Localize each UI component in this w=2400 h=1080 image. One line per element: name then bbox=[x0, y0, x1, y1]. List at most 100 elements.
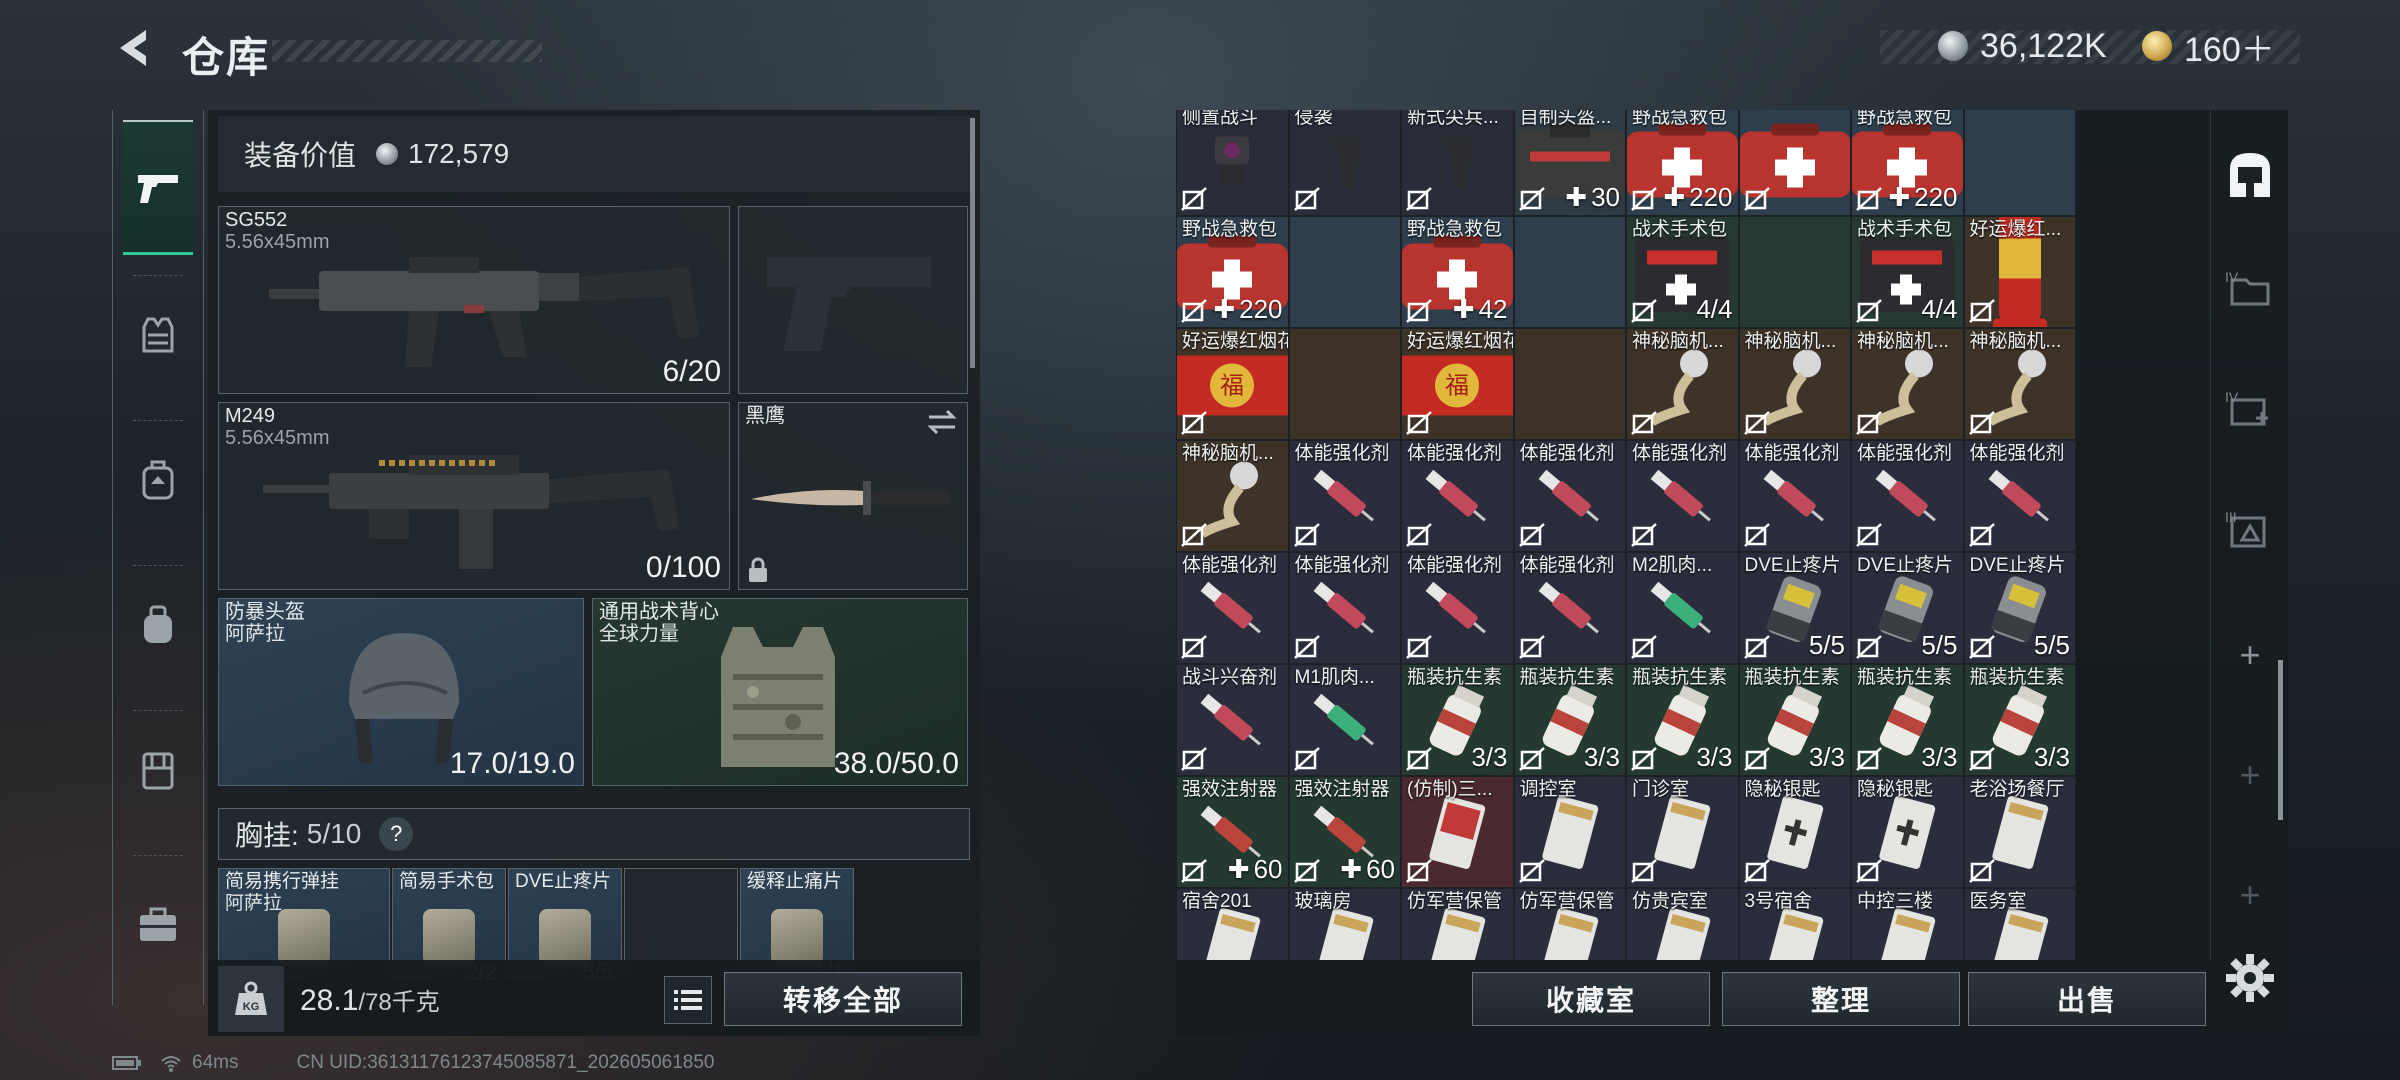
pistol-slot[interactable] bbox=[738, 206, 968, 394]
storage-tab-3[interactable]: IV bbox=[2211, 355, 2289, 465]
storage-item[interactable]: 体能强化剂 bbox=[1401, 440, 1514, 552]
back-arrow-icon[interactable] bbox=[112, 26, 152, 70]
storage-item[interactable]: 老浴场餐厅 bbox=[1963, 776, 2076, 888]
add-storage-button[interactable]: + bbox=[2211, 600, 2289, 710]
storage-tab-4[interactable]: III bbox=[2211, 475, 2289, 585]
storage-item[interactable]: 瓶装抗生素 3/3 bbox=[1626, 664, 1739, 776]
storage-item[interactable]: 神秘脑机... bbox=[1963, 328, 2076, 440]
item-name: 战斗兴奋剂 bbox=[1182, 667, 1278, 688]
storage-item[interactable] bbox=[1288, 216, 1401, 328]
storage-item[interactable]: DVE止疼片 5/5 bbox=[1963, 552, 2076, 664]
settings-gear-icon[interactable] bbox=[2224, 952, 2276, 1004]
storage-item[interactable]: 强效注射器 ✚ 60 bbox=[1176, 776, 1289, 888]
nav-chest-rig[interactable] bbox=[123, 705, 193, 835]
nav-weapons[interactable] bbox=[123, 120, 193, 255]
storage-item[interactable]: 体能强化剂 bbox=[1963, 440, 2076, 552]
item-name: DVE止疼片 bbox=[1857, 555, 1954, 576]
storage-item[interactable]: 玻璃房 bbox=[1288, 888, 1401, 960]
storage-item[interactable]: 仿贵宾室 bbox=[1626, 888, 1739, 960]
storage-item[interactable] bbox=[1513, 216, 1626, 328]
storage-item[interactable] bbox=[1738, 216, 1851, 328]
nav-case[interactable] bbox=[123, 860, 193, 990]
item-name: 体能强化剂 bbox=[1182, 555, 1278, 576]
storage-item[interactable]: 战术手术包 4/4 bbox=[1626, 216, 1739, 328]
nav-armor[interactable] bbox=[123, 270, 193, 400]
secondary-weapon-slot[interactable]: M249 5.56x45mm 0/100 bbox=[218, 402, 730, 590]
vest-slot[interactable]: 通用战术背心 全球力量 38.0/50.0 bbox=[592, 598, 968, 786]
storage-item[interactable]: DVE止疼片 5/5 bbox=[1851, 552, 1964, 664]
helmet-durability: 17.0/19.0 bbox=[449, 747, 575, 780]
storage-item[interactable]: 体能强化剂 bbox=[1513, 440, 1626, 552]
title-decoration bbox=[272, 40, 542, 62]
storage-item[interactable]: 3号宿舍 bbox=[1738, 888, 1851, 960]
storage-item[interactable]: 体能强化剂 bbox=[1851, 440, 1964, 552]
storage-item[interactable]: 仿军营保管 bbox=[1513, 888, 1626, 960]
storage-item[interactable]: 自制头盔... ✚ 30 bbox=[1513, 110, 1626, 216]
storage-item[interactable]: 瓶装抗生素 3/3 bbox=[1513, 664, 1626, 776]
sell-button[interactable]: 出售 bbox=[1968, 972, 2206, 1026]
storage-item[interactable] bbox=[1288, 328, 1401, 440]
storage-item[interactable]: 体能强化剂 bbox=[1626, 440, 1739, 552]
storage-item[interactable]: 野战急救包 ✚ 42 bbox=[1401, 216, 1514, 328]
storage-tab-2[interactable]: IV bbox=[2211, 235, 2289, 345]
storage-item[interactable]: 瓶装抗生素 3/3 bbox=[1401, 664, 1514, 776]
add-storage-button[interactable]: + bbox=[2211, 840, 2289, 950]
storage-item[interactable]: 瓶装抗生素 3/3 bbox=[1963, 664, 2076, 776]
storage-item[interactable]: M2肌肉... bbox=[1626, 552, 1739, 664]
storage-item[interactable]: 体能强化剂 bbox=[1288, 440, 1401, 552]
storage-item[interactable]: M1肌肉... bbox=[1288, 664, 1401, 776]
storage-item[interactable]: DVE止疼片 5/5 bbox=[1738, 552, 1851, 664]
storage-item[interactable] bbox=[1738, 110, 1851, 216]
primary-weapon-slot[interactable]: SG552 5.56x45mm 6/20 bbox=[218, 206, 730, 394]
storage-item[interactable]: 新式尖兵... bbox=[1401, 110, 1514, 216]
storage-item[interactable]: 神秘脑机... bbox=[1738, 328, 1851, 440]
storage-item[interactable]: 侵袭 bbox=[1288, 110, 1401, 216]
nav-bag[interactable] bbox=[123, 560, 193, 690]
storage-item[interactable] bbox=[1513, 328, 1626, 440]
gold-currency[interactable]: 160＋ bbox=[2142, 26, 2275, 69]
storage-item[interactable]: 宿舍201 bbox=[1176, 888, 1289, 960]
nav-backpack[interactable] bbox=[123, 415, 193, 545]
helmet-slot[interactable]: 防暴头盔 阿萨拉 17.0/19.0 bbox=[218, 598, 584, 786]
storage-item[interactable]: 战术手术包 4/4 bbox=[1851, 216, 1964, 328]
storage-item[interactable]: 好运爆红... bbox=[1963, 216, 2076, 328]
storage-item[interactable]: 体能强化剂 bbox=[1513, 552, 1626, 664]
storage-item[interactable]: 神秘脑机... bbox=[1176, 440, 1289, 552]
add-storage-button[interactable]: + bbox=[2211, 720, 2289, 830]
melee-slot[interactable]: 黑鹰 bbox=[738, 402, 968, 590]
storage-item[interactable]: 调控室 bbox=[1513, 776, 1626, 888]
storage-item[interactable]: 野战急救包 ✚ 220 bbox=[1626, 110, 1739, 216]
storage-item[interactable]: 隐秘银匙 bbox=[1738, 776, 1851, 888]
storage-item[interactable] bbox=[1963, 110, 2076, 216]
storage-item[interactable]: 瓶装抗生素 3/3 bbox=[1851, 664, 1964, 776]
storage-tab-main[interactable] bbox=[2211, 120, 2289, 230]
storage-item[interactable]: 野战急救包 ✚ 220 bbox=[1176, 216, 1289, 328]
storage-item[interactable]: 体能强化剂 bbox=[1288, 552, 1401, 664]
sort-button[interactable]: 整理 bbox=[1722, 972, 1960, 1026]
storage-item[interactable]: 野战急救包 ✚ 220 bbox=[1851, 110, 1964, 216]
silver-currency[interactable]: 36,122K bbox=[1938, 26, 2107, 66]
storage-item[interactable]: 体能强化剂 bbox=[1738, 440, 1851, 552]
storage-item[interactable]: 神秘脑机... bbox=[1626, 328, 1739, 440]
storage-item[interactable]: 体能强化剂 bbox=[1176, 552, 1289, 664]
storage-item[interactable]: 福 好运爆红烟花 bbox=[1401, 328, 1514, 440]
collection-room-button[interactable]: 收藏室 bbox=[1472, 972, 1710, 1026]
storage-item[interactable]: 战斗兴奋剂 bbox=[1176, 664, 1289, 776]
storage-item[interactable]: 仿军营保管 bbox=[1401, 888, 1514, 960]
storage-item[interactable]: 强效注射器 ✚ 60 bbox=[1288, 776, 1401, 888]
storage-item[interactable]: 中控三楼 bbox=[1851, 888, 1964, 960]
storage-item[interactable]: (仿制)三... bbox=[1401, 776, 1514, 888]
swap-icon[interactable] bbox=[927, 409, 957, 435]
list-view-button[interactable] bbox=[664, 976, 712, 1024]
storage-item[interactable]: 福 好运爆红烟花 bbox=[1176, 328, 1289, 440]
storage-item[interactable]: 医务室 bbox=[1963, 888, 2076, 960]
help-icon[interactable]: ? bbox=[379, 817, 414, 851]
storage-item[interactable]: 体能强化剂 bbox=[1401, 552, 1514, 664]
storage-item[interactable]: 瓶装抗生素 3/3 bbox=[1738, 664, 1851, 776]
storage-item[interactable]: 隐秘银匙 bbox=[1851, 776, 1964, 888]
storage-item[interactable]: 侧置战斗 bbox=[1176, 110, 1289, 216]
storage-item[interactable]: 门诊室 bbox=[1626, 776, 1739, 888]
scrollbar[interactable] bbox=[970, 118, 975, 368]
transfer-all-button[interactable]: 转移全部 bbox=[724, 972, 962, 1026]
storage-item[interactable]: 神秘脑机... bbox=[1851, 328, 1964, 440]
